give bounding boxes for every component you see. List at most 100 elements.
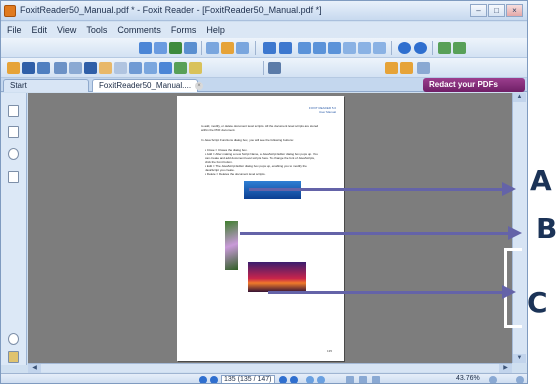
pdf-page[interactable]: FOXIT READER 5.0 User Manual to add, mod…: [177, 96, 344, 361]
email-icon[interactable]: [54, 62, 67, 74]
pages-panel-icon[interactable]: [8, 126, 19, 138]
layers-panel-icon[interactable]: [8, 148, 19, 160]
arrow-c: [268, 291, 506, 294]
open-icon[interactable]: [7, 62, 20, 74]
page-number-field[interactable]: 135 (135 / 147): [221, 375, 275, 383]
typewriter-icon[interactable]: [144, 62, 157, 74]
toolbar-separator: [432, 41, 433, 55]
continuous-mode-icon[interactable]: [359, 376, 367, 383]
image-select-icon[interactable]: [129, 62, 142, 74]
arrow-a: [249, 188, 506, 191]
pencil-icon[interactable]: [189, 62, 202, 74]
maximize-button[interactable]: □: [488, 4, 505, 17]
menu-bar: File Edit View Tools Comments Forms Help: [1, 22, 527, 38]
properties-icon[interactable]: [69, 62, 82, 74]
attachments-panel-icon[interactable]: [8, 171, 19, 183]
scroll-right-icon[interactable]: ▶: [499, 364, 512, 373]
single-page-mode-icon[interactable]: [346, 376, 354, 383]
signature-panel-icon[interactable]: [8, 351, 19, 363]
navigation-panel: [1, 93, 27, 365]
menu-forms[interactable]: Forms: [171, 25, 197, 35]
hand-icon[interactable]: [99, 62, 112, 74]
image-flowers: [225, 221, 238, 270]
next-page-icon[interactable]: [279, 376, 287, 383]
menu-tools[interactable]: Tools: [86, 25, 107, 35]
title-bar: FoxitReader50_Manual.pdf * - Foxit Reade…: [1, 1, 527, 21]
horizontal-scrollbar[interactable]: ◀ ▶: [28, 363, 512, 373]
add-bookmark-icon[interactable]: [417, 62, 430, 74]
zoom-level: 43.76%: [456, 375, 480, 382]
single-page-icon[interactable]: [438, 42, 451, 54]
find-prev-icon[interactable]: [400, 62, 413, 74]
magnifier-icon[interactable]: [328, 42, 341, 54]
toolbar-top: [1, 38, 527, 58]
arrow-c-head: [502, 285, 516, 299]
label-b: B: [536, 212, 556, 245]
highlight-icon[interactable]: [174, 62, 187, 74]
close-button[interactable]: ×: [506, 4, 523, 17]
page-number: 135: [326, 349, 332, 353]
page-view-icon[interactable]: [184, 42, 197, 54]
binoculars-icon[interactable]: [268, 62, 281, 74]
attachment-clip-icon[interactable]: [8, 333, 19, 345]
save-icon[interactable]: [22, 62, 35, 74]
facing-mode-icon[interactable]: [372, 376, 380, 383]
arrow-b: [240, 232, 512, 235]
arrow-b-head: [508, 226, 522, 240]
rotate-right-icon[interactable]: [414, 42, 427, 54]
snapshot-icon[interactable]: [169, 42, 182, 54]
facing-pages-icon[interactable]: [453, 42, 466, 54]
fit-page-icon[interactable]: [206, 42, 219, 54]
zoom-out-icon[interactable]: [313, 42, 326, 54]
zoom-out-status-icon[interactable]: [489, 376, 497, 383]
menu-comments[interactable]: Comments: [117, 25, 161, 35]
forward-arrow-icon[interactable]: [279, 42, 292, 54]
find-next-icon[interactable]: [385, 62, 398, 74]
toolbar-separator: [263, 61, 264, 75]
hand-tool-icon[interactable]: [139, 42, 152, 54]
zoom-in-status-icon[interactable]: [516, 376, 524, 383]
back-arrow-icon[interactable]: [263, 42, 276, 54]
tab-document[interactable]: FoxitReader50_Manual.... ×: [92, 79, 204, 92]
redact-your-pdfs-button[interactable]: Redact your PDFs: [423, 78, 525, 92]
previous-page-icon[interactable]: [210, 376, 218, 383]
page-bullet-list: Close = Closes the dialog box. Add = Aft…: [205, 148, 319, 176]
page-header: FOXIT READER 5.0 User Manual: [309, 106, 336, 114]
history-forward-icon[interactable]: [317, 376, 325, 383]
fit-width-icon[interactable]: [358, 42, 371, 54]
tab-start-label: Start: [10, 81, 27, 90]
select-icon[interactable]: [114, 62, 127, 74]
menu-file[interactable]: File: [7, 25, 22, 35]
scroll-down-icon[interactable]: ▼: [513, 354, 526, 363]
minimize-button[interactable]: –: [470, 4, 487, 17]
actual-size-icon[interactable]: [343, 42, 356, 54]
foxit-app-icon: [4, 5, 16, 17]
select-text-icon[interactable]: [154, 42, 167, 54]
first-page-icon[interactable]: [199, 376, 207, 383]
status-bar: 135 (135 / 147) 43.76%: [1, 373, 527, 383]
history-back-icon[interactable]: [306, 376, 314, 383]
toolbar-bottom: [1, 58, 527, 131]
menu-edit[interactable]: Edit: [32, 25, 48, 35]
last-page-icon[interactable]: [290, 376, 298, 383]
bookmarks-panel-icon[interactable]: [8, 105, 19, 117]
close-tab-icon[interactable]: ×: [195, 81, 204, 90]
rotate-left-icon[interactable]: [398, 42, 411, 54]
export-icon[interactable]: [236, 42, 249, 54]
scroll-up-icon[interactable]: ▲: [513, 93, 526, 102]
scroll-left-icon[interactable]: ◀: [28, 364, 41, 373]
open-folder-icon[interactable]: [221, 42, 234, 54]
save-as-icon[interactable]: [84, 62, 97, 74]
zoom-in-icon[interactable]: [298, 42, 311, 54]
label-a: A: [530, 164, 552, 197]
note-icon[interactable]: [159, 62, 172, 74]
menu-view[interactable]: View: [57, 25, 76, 35]
menu-help[interactable]: Help: [206, 25, 225, 35]
print-icon[interactable]: [37, 62, 50, 74]
bullet-delete: Delete = Deletes the document level scri…: [205, 172, 319, 176]
toolbar-separator: [391, 41, 392, 55]
fit-visible-icon[interactable]: [373, 42, 386, 54]
window-controls: – □ ×: [470, 4, 523, 17]
tab-start[interactable]: Start: [3, 79, 89, 92]
bullet-add: Add = After making a new Script Name, a …: [205, 152, 319, 164]
